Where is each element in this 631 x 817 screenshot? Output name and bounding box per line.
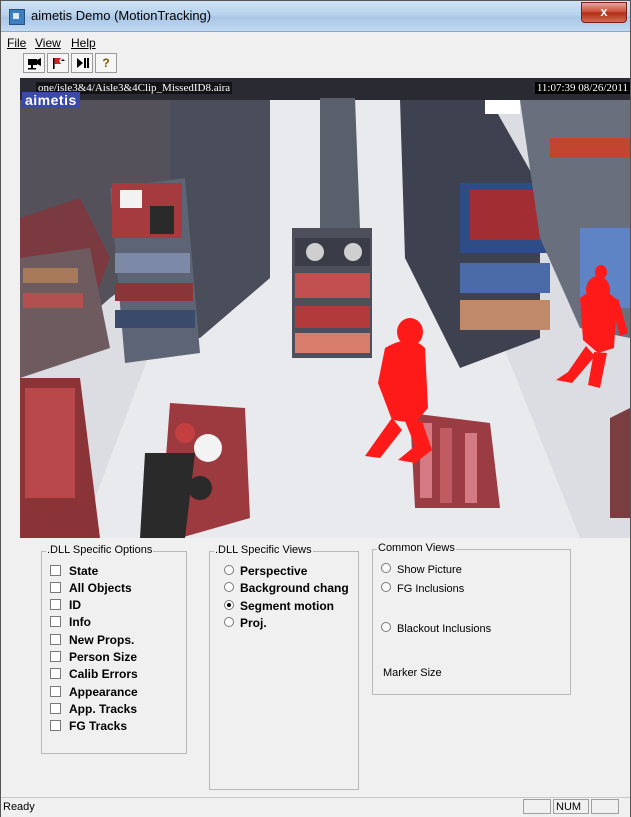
view-blackout-inclusions[interactable]: Blackout Inclusions [381,622,491,635]
proj-radio[interactable] [224,617,234,627]
option-calib-errors[interactable]: Calib Errors [50,667,138,681]
flag-icon [53,58,65,69]
fg-inclusions-radio[interactable] [381,582,391,592]
aimetis-logo: aimetis [22,92,80,108]
option-app-tracks[interactable]: App. Tracks [50,702,137,716]
common-views-legend: Common Views [377,542,456,554]
new-props-checkbox[interactable] [50,634,61,645]
calib-errors-checkbox[interactable] [50,668,61,679]
window-title: aimetis Demo (MotionTracking) [31,8,212,23]
option-info[interactable]: Info [50,615,91,629]
state-checkbox[interactable] [50,565,61,576]
view-show-picture[interactable]: Show Picture [381,563,462,576]
info-checkbox[interactable] [50,616,61,627]
camera-button[interactable] [23,53,45,73]
video-frame: one/isle3&4/Aisle3&4Clip_MissedID8.aira … [20,78,630,538]
status-pane-empty [523,799,551,814]
help-icon: ? [102,56,110,70]
option-all-objects[interactable]: All Objects [50,581,132,595]
play-pause-button[interactable] [71,53,93,73]
options-panel: .DLL Specific Options State All Objects … [20,538,630,791]
background-change-radio[interactable] [224,582,234,592]
view-perspective[interactable]: Perspective [224,564,307,578]
show-picture-radio[interactable] [381,563,391,573]
marker-size-label: Marker Size [383,667,442,679]
toolbar: ? [1,52,630,76]
app-tracks-checkbox[interactable] [50,703,61,714]
flag-button[interactable] [47,53,69,73]
common-views-group: Common Views Show Picture FG Inclusions … [372,542,571,695]
view-background-change[interactable]: Background chang [224,581,349,595]
id-checkbox[interactable] [50,599,61,610]
blackout-inclusions-radio[interactable] [381,622,391,632]
store-scene [20,78,630,538]
close-button[interactable]: x [581,2,627,23]
play-pause-icon [77,58,89,68]
all-objects-checkbox[interactable] [50,582,61,593]
menu-help[interactable]: Help [71,36,96,50]
view-segment-motion[interactable]: Segment motion [224,599,334,613]
dll-options-legend: .DLL Specific Options [46,544,154,556]
video-timestamp: 11:07:39 08/26/2011 [534,82,630,94]
status-bar: Ready NUM [1,797,630,817]
dll-views-legend: .DLL Specific Views [214,544,313,556]
view-fg-inclusions[interactable]: FG Inclusions [381,582,464,595]
option-fg-tracks[interactable]: FG Tracks [50,719,127,733]
app-window: aimetis Demo (MotionTracking) x File Vie… [0,0,631,817]
appearance-checkbox[interactable] [50,686,61,697]
menu-view[interactable]: View [35,36,61,50]
dll-options-group: .DLL Specific Options State All Objects … [41,544,187,754]
option-id[interactable]: ID [50,598,81,612]
option-appearance[interactable]: Appearance [50,685,138,699]
dll-views-group: .DLL Specific Views Perspective Backgrou… [209,544,359,790]
status-text: Ready [3,801,35,813]
camera-icon [28,58,41,70]
left-margin [1,78,21,791]
num-lock-indicator: NUM [553,799,589,814]
view-proj[interactable]: Proj. [224,616,267,630]
status-pane-scroll [591,799,619,814]
menu-file[interactable]: File [7,36,26,50]
option-person-size[interactable]: Person Size [50,650,137,664]
perspective-radio[interactable] [224,565,234,575]
option-new-props[interactable]: New Props. [50,633,134,647]
segment-motion-radio[interactable] [224,600,234,610]
menu-bar: File View Help [1,33,630,51]
help-button[interactable]: ? [95,53,117,73]
app-icon [9,9,25,25]
option-state[interactable]: State [50,564,98,578]
title-bar: aimetis Demo (MotionTracking) x [1,1,630,32]
fg-tracks-checkbox[interactable] [50,720,61,731]
person-size-checkbox[interactable] [50,651,61,662]
